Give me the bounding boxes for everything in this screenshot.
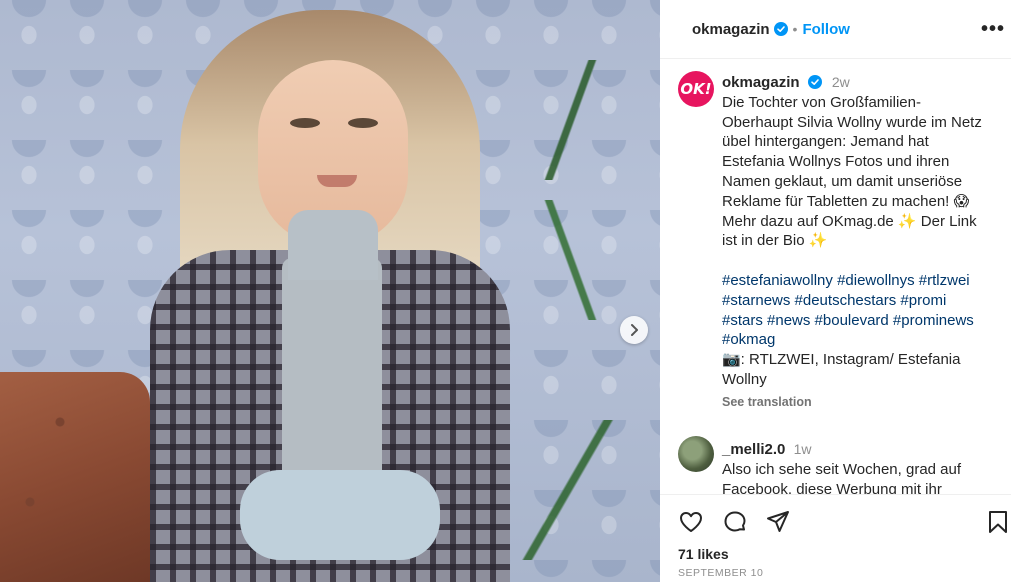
image-eye xyxy=(290,118,320,128)
image-sofa xyxy=(0,372,150,582)
hashtag-line[interactable]: #starnews #deutschestars #promi xyxy=(722,291,1002,311)
post-header: okmagazin • Follow ••• xyxy=(660,0,1011,59)
caption-line: Reklame für Tabletten zu machen! 😱 xyxy=(722,192,970,210)
image-mouth xyxy=(317,175,357,187)
comment-text-line: Facebook, diese Werbung mit ihr xyxy=(722,480,942,494)
comment-item: _melli2.0 1w Also ich sehe seit Wochen, … xyxy=(722,440,1002,494)
share-icon[interactable] xyxy=(765,509,791,535)
comment-time[interactable]: 1w xyxy=(794,441,812,457)
verified-badge-icon xyxy=(807,75,822,89)
likes-count[interactable]: 71 likes xyxy=(678,546,729,562)
chevron-right-icon xyxy=(631,324,638,336)
heart-icon[interactable] xyxy=(678,509,704,535)
see-translation-button[interactable]: See translation xyxy=(722,395,812,409)
comment-text-line: Also ich sehe seit Wochen, grad auf xyxy=(722,460,962,478)
verified-badge-icon xyxy=(773,22,788,36)
header-username[interactable]: okmagazin xyxy=(692,21,770,38)
caption-line: Mehr dazu auf OKmag.de ✨ Der Link xyxy=(722,212,977,230)
hashtag-line[interactable]: #estefaniawollny #diewollnys #rtlzwei xyxy=(722,271,1002,291)
photo-credit-line: Wollny xyxy=(722,370,767,388)
comment-username[interactable]: _melli2.0 xyxy=(722,441,785,458)
commenter-avatar[interactable] xyxy=(678,436,714,472)
caption-line: ist in der Bio ✨ xyxy=(722,232,828,250)
hashtag-line[interactable]: #okmag xyxy=(722,330,1002,350)
more-options-icon[interactable]: ••• xyxy=(981,18,1005,41)
image-plant xyxy=(510,0,660,582)
next-image-button[interactable] xyxy=(620,316,648,344)
image-turtleneck xyxy=(282,258,382,498)
action-bar: 71 likes SEPTEMBER 10 xyxy=(660,494,1011,582)
hashtag-line[interactable]: #stars #news #boulevard #prominews xyxy=(722,311,1002,331)
bookmark-icon[interactable] xyxy=(985,509,1011,535)
caption-line: übel hintergangen: Jemand hat xyxy=(722,133,929,151)
photo-credit-line: 📷: RTLZWEI, Instagram/ Estefania xyxy=(722,351,961,369)
author-avatar[interactable]: OK! xyxy=(678,71,714,107)
caption-line: Oberhaupt Silvia Wollny wurde im Netz xyxy=(722,113,982,131)
comment-icon[interactable] xyxy=(722,509,748,535)
image-eye xyxy=(348,118,378,128)
post-date[interactable]: SEPTEMBER 10 xyxy=(678,567,763,579)
post-caption: okmagazin 2w Die Tochter von Großfamilie… xyxy=(722,73,1002,390)
image-neck xyxy=(288,210,378,280)
post-image[interactable] xyxy=(0,0,660,582)
image-sleeve xyxy=(240,470,440,560)
comments-area[interactable]: OK! okmagazin 2w Die Tochter von Großfam… xyxy=(660,59,1011,494)
post-sidebar: okmagazin • Follow ••• OK! okmagazin 2w … xyxy=(660,0,1011,582)
caption-time[interactable]: 2w xyxy=(832,74,850,90)
header-separator: • xyxy=(792,21,798,37)
follow-button[interactable]: Follow xyxy=(802,21,850,38)
caption-line: Die Tochter von Großfamilien- xyxy=(722,93,921,111)
caption-username[interactable]: okmagazin xyxy=(722,74,800,91)
caption-line: Namen geklaut, um damit unseriöse xyxy=(722,172,963,190)
caption-line: Estefania Wollnys Fotos und ihren xyxy=(722,153,950,171)
